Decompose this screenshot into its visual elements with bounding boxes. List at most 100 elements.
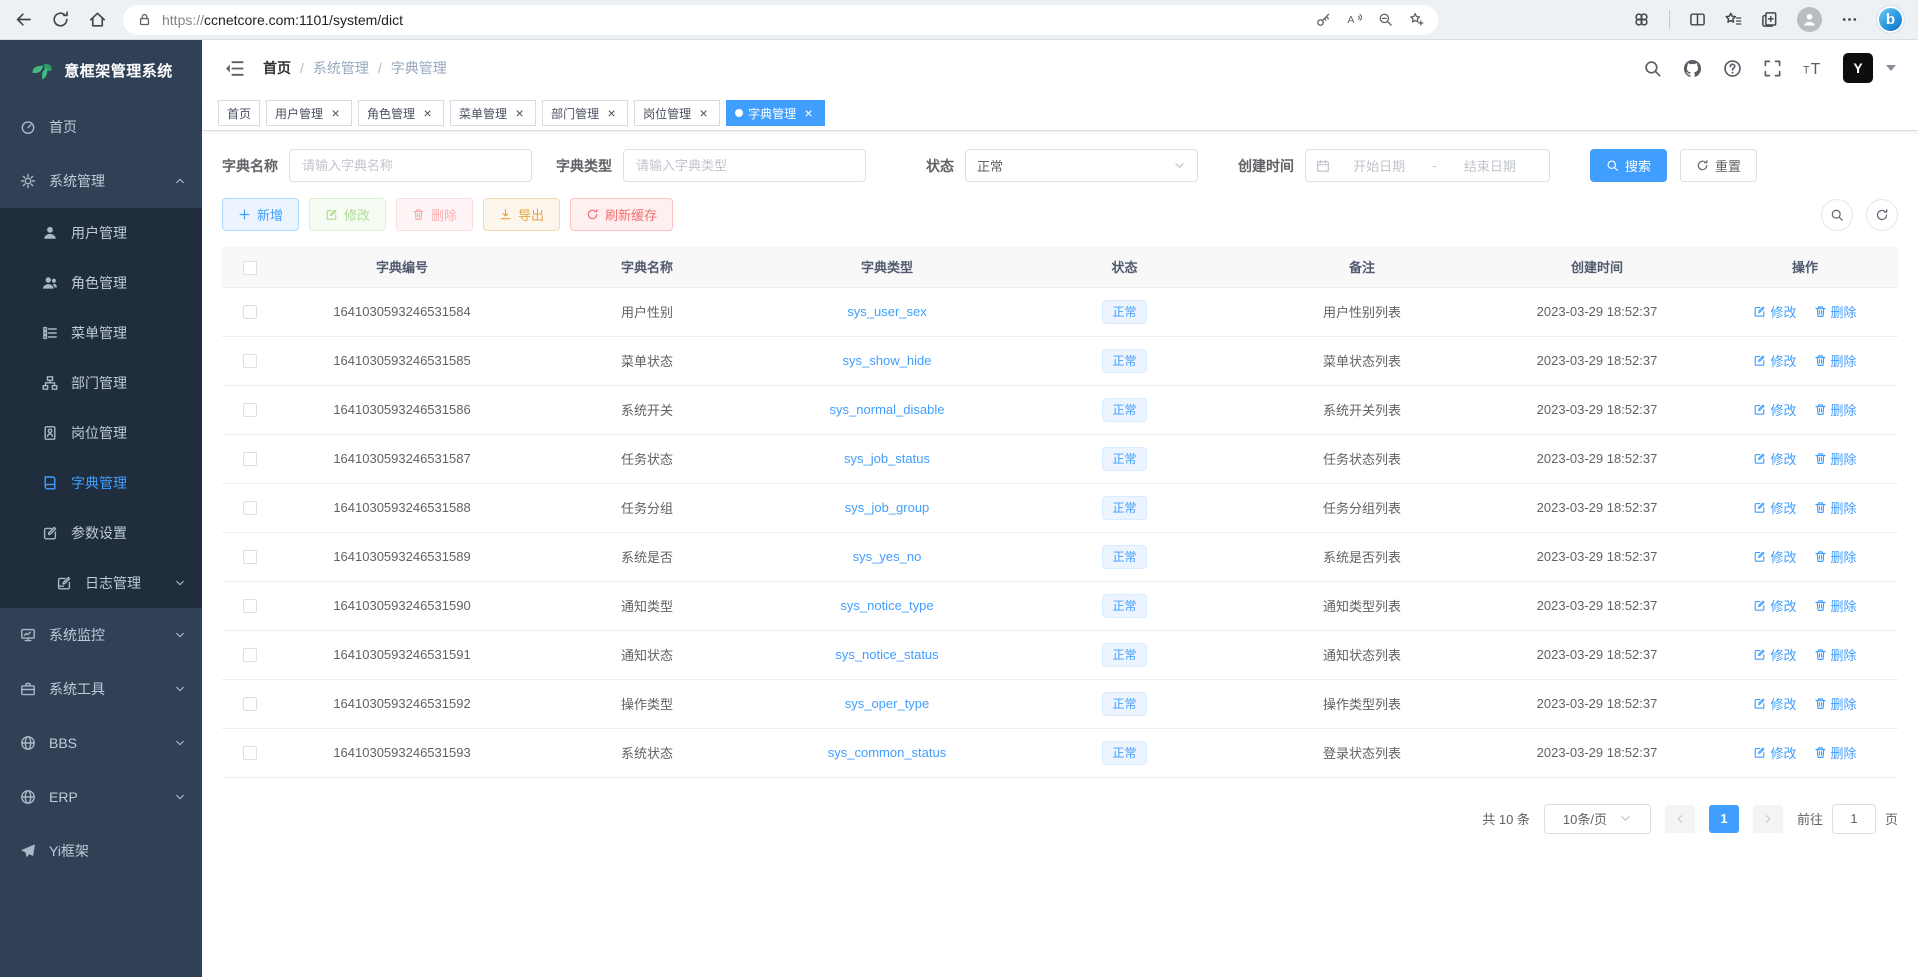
user-avatar[interactable]: Y	[1843, 53, 1873, 83]
page-number-1[interactable]: 1	[1709, 805, 1739, 833]
sidebar-item-system-monitor[interactable]: 系统监控	[0, 608, 202, 662]
read-aloud-icon[interactable]: A	[1347, 12, 1362, 27]
collapse-sidebar-icon[interactable]	[224, 58, 245, 79]
row-checkbox[interactable]	[243, 648, 257, 662]
reload-icon[interactable]	[51, 10, 70, 29]
sidebar-item-erp[interactable]: ERP	[0, 770, 202, 824]
tab-dict-mgmt[interactable]: 字典管理×	[726, 100, 825, 126]
tab-role-mgmt[interactable]: 角色管理×	[358, 100, 444, 126]
row-delete-link[interactable]: 删除	[1814, 400, 1857, 419]
row-checkbox[interactable]	[243, 354, 257, 368]
settings-more-icon[interactable]	[1841, 11, 1858, 28]
dict-type-link[interactable]: sys_normal_disable	[830, 402, 945, 417]
dict-type-link[interactable]: sys_common_status	[828, 745, 947, 760]
sidebar-item-bbs[interactable]: BBS	[0, 716, 202, 770]
sidebar-item-menu-mgmt[interactable]: 菜单管理	[0, 308, 202, 358]
dict-type-link[interactable]: sys_job_group	[845, 500, 930, 515]
select-all-checkbox[interactable]	[243, 261, 257, 275]
font-size-icon[interactable]: TT	[1803, 59, 1822, 78]
dict-type-link[interactable]: sys_notice_type	[840, 598, 933, 613]
github-icon[interactable]	[1683, 59, 1702, 78]
refresh-cache-button[interactable]: 刷新缓存	[570, 198, 673, 231]
fullscreen-icon[interactable]	[1763, 59, 1782, 78]
dict-name-input[interactable]	[289, 149, 532, 182]
sidebar-item-log-mgmt[interactable]: 日志管理	[0, 558, 202, 608]
dict-type-link[interactable]: sys_show_hide	[843, 353, 932, 368]
tab-menu-mgmt[interactable]: 菜单管理×	[450, 100, 536, 126]
lock-icon[interactable]	[137, 12, 152, 27]
sidebar-item-post-mgmt[interactable]: 岗位管理	[0, 408, 202, 458]
row-checkbox[interactable]	[243, 452, 257, 466]
row-edit-link[interactable]: 修改	[1753, 351, 1796, 370]
row-edit-link[interactable]: 修改	[1753, 547, 1796, 566]
row-edit-link[interactable]: 修改	[1753, 694, 1796, 713]
dict-type-input[interactable]	[623, 149, 866, 182]
zoom-out-icon[interactable]	[1378, 12, 1393, 27]
row-checkbox[interactable]	[243, 746, 257, 760]
row-edit-link[interactable]: 修改	[1753, 302, 1796, 321]
row-checkbox[interactable]	[243, 550, 257, 564]
row-delete-link[interactable]: 删除	[1814, 694, 1857, 713]
row-checkbox[interactable]	[243, 697, 257, 711]
row-checkbox[interactable]	[243, 599, 257, 613]
sidebar-item-param-settings[interactable]: 参数设置	[0, 508, 202, 558]
row-checkbox[interactable]	[243, 305, 257, 319]
page-size-select[interactable]: 10条/页	[1544, 804, 1651, 834]
tab-home[interactable]: 首页	[218, 100, 260, 126]
help-icon[interactable]	[1723, 59, 1742, 78]
row-delete-link[interactable]: 删除	[1814, 743, 1857, 762]
date-range-picker[interactable]: 开始日期 - 结束日期	[1305, 149, 1550, 182]
toggle-search-button[interactable]	[1821, 199, 1853, 231]
address-bar[interactable]: https://ccnetcore.com:1101/system/dict A	[123, 5, 1438, 35]
prev-page-button[interactable]	[1665, 805, 1695, 833]
password-icon[interactable]	[1316, 12, 1331, 27]
logo[interactable]: 意框架管理系统	[0, 40, 202, 100]
next-page-button[interactable]	[1753, 805, 1783, 833]
export-button[interactable]: 导出	[483, 198, 560, 231]
collections-icon[interactable]	[1761, 11, 1778, 28]
favorites-icon[interactable]	[1725, 11, 1742, 28]
row-delete-link[interactable]: 删除	[1814, 547, 1857, 566]
refresh-table-button[interactable]	[1866, 199, 1898, 231]
close-tab-icon[interactable]: ×	[696, 106, 711, 121]
row-delete-link[interactable]: 删除	[1814, 645, 1857, 664]
sidebar-item-dict-mgmt[interactable]: 字典管理	[0, 458, 202, 508]
row-delete-link[interactable]: 删除	[1814, 498, 1857, 517]
add-favorite-icon[interactable]	[1409, 12, 1424, 27]
tab-post-mgmt[interactable]: 岗位管理×	[634, 100, 720, 126]
row-edit-link[interactable]: 修改	[1753, 498, 1796, 517]
back-icon[interactable]	[14, 10, 33, 29]
row-checkbox[interactable]	[243, 403, 257, 417]
sidebar-item-system-mgmt[interactable]: 系统管理	[0, 154, 202, 208]
dict-type-link[interactable]: sys_user_sex	[847, 304, 926, 319]
sidebar-item-yi-framework[interactable]: Yi框架	[0, 824, 202, 878]
dict-type-link[interactable]: sys_oper_type	[845, 696, 930, 711]
tab-user-mgmt[interactable]: 用户管理×	[266, 100, 352, 126]
edit-button[interactable]: 修改	[309, 198, 386, 231]
row-edit-link[interactable]: 修改	[1753, 449, 1796, 468]
row-edit-link[interactable]: 修改	[1753, 596, 1796, 615]
search-button[interactable]: 搜索	[1590, 149, 1667, 182]
row-delete-link[interactable]: 删除	[1814, 449, 1857, 468]
sidebar-item-role-mgmt[interactable]: 角色管理	[0, 258, 202, 308]
home-icon[interactable]	[88, 10, 107, 29]
close-tab-icon[interactable]: ×	[801, 106, 816, 121]
row-edit-link[interactable]: 修改	[1753, 743, 1796, 762]
delete-button[interactable]: 删除	[396, 198, 473, 231]
goto-page-input[interactable]	[1832, 804, 1876, 834]
dict-type-link[interactable]: sys_job_status	[844, 451, 930, 466]
close-tab-icon[interactable]: ×	[420, 106, 435, 121]
extensions-icon[interactable]	[1633, 11, 1650, 28]
row-edit-link[interactable]: 修改	[1753, 400, 1796, 419]
close-tab-icon[interactable]: ×	[328, 106, 343, 121]
breadcrumb-home[interactable]: 首页	[263, 58, 291, 78]
sidebar-item-home[interactable]: 首页	[0, 100, 202, 154]
row-edit-link[interactable]: 修改	[1753, 645, 1796, 664]
dict-type-link[interactable]: sys_yes_no	[853, 549, 922, 564]
tab-dept-mgmt[interactable]: 部门管理×	[542, 100, 628, 126]
row-delete-link[interactable]: 删除	[1814, 596, 1857, 615]
row-checkbox[interactable]	[243, 501, 257, 515]
add-button[interactable]: 新增	[222, 198, 299, 231]
row-delete-link[interactable]: 删除	[1814, 302, 1857, 321]
breadcrumb-system[interactable]: 系统管理	[313, 58, 369, 78]
